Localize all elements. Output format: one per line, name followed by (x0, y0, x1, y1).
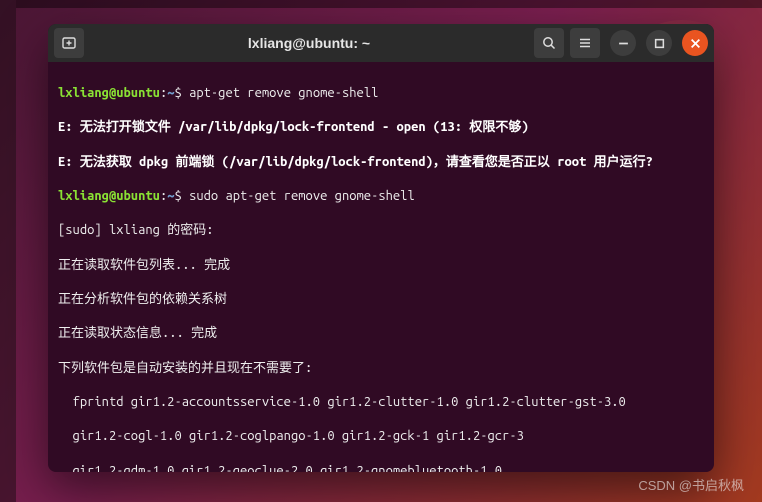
error-line: E: 无法打开锁文件 /var/lib/dpkg/lock-frontend -… (58, 119, 704, 136)
package-list-line: fprintd gir1.2-accountsservice-1.0 gir1.… (58, 394, 704, 411)
watermark-text: CSDN @书启秋枫 (638, 475, 744, 494)
hamburger-icon (577, 35, 593, 51)
minimize-button[interactable] (610, 30, 636, 56)
maximize-icon (654, 38, 665, 49)
output-line: 正在分析软件包的依赖关系树 (58, 291, 704, 308)
search-button[interactable] (534, 28, 564, 58)
desktop-background: lxliang@ubuntu: ~ lxliang@ubuntu:~$ apt-… (0, 0, 762, 502)
search-icon (541, 35, 557, 51)
window-title: lxliang@ubuntu: ~ (90, 35, 528, 51)
error-line: E: 无法获取 dpkg 前端锁 (/var/lib/dpkg/lock-fro… (58, 154, 704, 171)
output-line: 正在读取软件包列表... 完成 (58, 257, 704, 274)
new-tab-button[interactable] (54, 28, 84, 58)
command-text: apt-get remove gnome-shell (189, 86, 378, 100)
package-list-line: gir1.2-cogl-1.0 gir1.2-coglpango-1.0 gir… (58, 428, 704, 445)
desktop-topbar (16, 0, 762, 8)
terminal-output[interactable]: lxliang@ubuntu:~$ apt-get remove gnome-s… (48, 62, 714, 472)
close-icon (690, 38, 701, 49)
prompt-host: ubuntu (116, 86, 160, 100)
close-button[interactable] (682, 30, 708, 56)
maximize-button[interactable] (646, 30, 672, 56)
prompt-path: ~ (167, 86, 174, 100)
package-list-line: gir1.2-gdm-1.0 gir1.2-geoclue-2.0 gir1.2… (58, 463, 704, 472)
prompt-user: lxliang (58, 86, 109, 100)
terminal-window: lxliang@ubuntu: ~ lxliang@ubuntu:~$ apt-… (48, 24, 714, 472)
titlebar[interactable]: lxliang@ubuntu: ~ (48, 24, 714, 62)
sudo-prompt: [sudo] lxliang 的密码: (58, 222, 704, 239)
minimize-icon (618, 38, 629, 49)
menu-button[interactable] (570, 28, 600, 58)
new-tab-icon (61, 35, 77, 51)
output-line: 下列软件包是自动安装的并且现在不需要了: (58, 360, 704, 377)
command-text: sudo apt-get remove gnome-shell (189, 189, 415, 203)
output-line: 正在读取状态信息... 完成 (58, 325, 704, 342)
dock-sidebar (0, 0, 16, 502)
